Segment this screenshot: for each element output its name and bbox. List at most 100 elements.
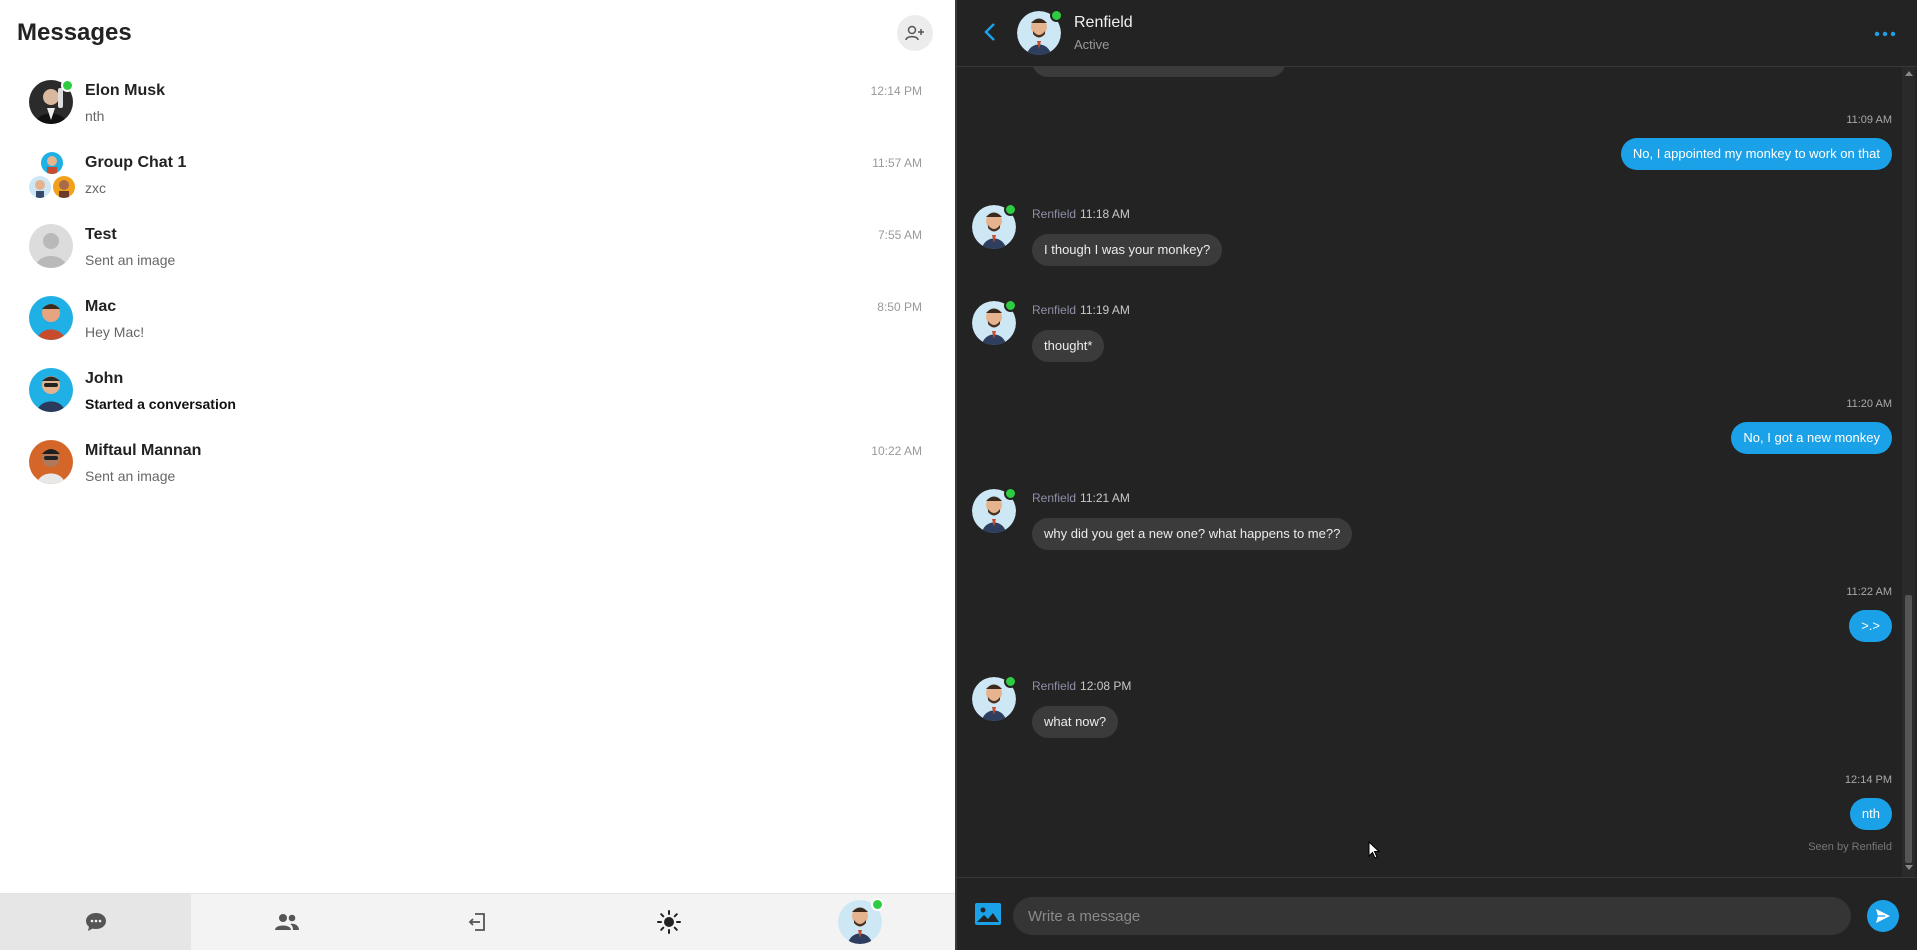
- scroll-up-arrow[interactable]: [1905, 71, 1913, 76]
- sun-icon: [656, 910, 681, 934]
- avatar: [29, 440, 73, 484]
- avatar: [29, 368, 73, 412]
- avatar: [29, 296, 73, 340]
- nav-logout[interactable]: [382, 894, 573, 950]
- conversation-preview: Sent an image: [85, 252, 176, 268]
- conversations-header: Messages: [0, 0, 955, 66]
- message-meta: Renfield 12:08 PM: [1032, 679, 1131, 693]
- message-time: 11:20 AM: [1846, 398, 1892, 410]
- avatar: [41, 152, 63, 174]
- conversation-time: 7:55 AM: [877, 228, 922, 242]
- message-sender: Renfield: [1032, 679, 1077, 693]
- attach-image-button[interactable]: [975, 903, 1001, 930]
- message-bubble-clipped: [1032, 67, 1286, 77]
- message-time: 12:08 PM: [1080, 679, 1132, 693]
- conversation-time: 12:14 PM: [870, 84, 922, 98]
- conversation-name: Miftaul Mannan: [85, 442, 202, 459]
- chevron-left-icon: [984, 23, 995, 41]
- nav-contacts[interactable]: [191, 894, 382, 950]
- conversation-preview: Hey Mac!: [85, 324, 145, 340]
- page-title: Messages: [17, 19, 132, 46]
- message-bubble-incoming: why did you get a new one? what happens …: [1032, 518, 1353, 550]
- message-time: 11:18 AM: [1080, 207, 1130, 221]
- scroll-down-arrow[interactable]: [1905, 865, 1913, 870]
- message-sender: Renfield: [1032, 303, 1077, 317]
- conversation-preview: zxc: [85, 180, 106, 196]
- message-time: 12:14 PM: [1844, 774, 1892, 786]
- message-bubble-outgoing: nth: [1849, 798, 1892, 830]
- conversation-name: Test: [85, 226, 117, 243]
- conversation-time: 11:57 AM: [872, 156, 922, 170]
- online-indicator: [1050, 9, 1063, 22]
- more-options-button[interactable]: [1874, 24, 1896, 42]
- message-meta: Renfield 11:21 AM: [1032, 491, 1130, 505]
- conversations-pane: Messages Elon Musk nth 12:14 PM Group Ch…: [0, 0, 955, 950]
- conversation-time: 10:22 AM: [871, 444, 922, 458]
- message-scrollbar[interactable]: [1902, 67, 1915, 877]
- image-icon: [975, 903, 1001, 925]
- conversation-name: Mac: [85, 298, 117, 315]
- online-indicator: [870, 898, 884, 911]
- contact-name: Renfield: [1074, 14, 1133, 31]
- conversation-preview: Sent an image: [85, 468, 176, 484]
- message-meta: Renfield 11:19 AM: [1032, 303, 1130, 317]
- group-avatar: [29, 152, 77, 200]
- mouse-cursor: [1368, 840, 1381, 864]
- online-indicator: [1004, 487, 1017, 500]
- add-person-icon: [905, 25, 924, 41]
- message-time: 11:22 AM: [1846, 586, 1892, 598]
- send-icon: [1876, 909, 1890, 923]
- conversation-name: John: [85, 370, 124, 387]
- conversation-item[interactable]: Elon Musk nth 12:14 PM: [0, 66, 955, 138]
- conversation-item[interactable]: Test Sent an image 7:55 AM: [0, 210, 955, 282]
- message-bubble-incoming: thought*: [1032, 330, 1105, 362]
- seen-indicator: Seen by Renfield: [1808, 841, 1892, 853]
- add-contact-button[interactable]: [897, 15, 933, 51]
- online-indicator: [1004, 299, 1017, 312]
- message-time: 11:21 AM: [1080, 491, 1130, 505]
- conversation-item[interactable]: John Started a conversation: [0, 354, 955, 426]
- message-bubble-outgoing: >.>: [1849, 610, 1892, 642]
- contact-status: Active: [1074, 37, 1110, 52]
- send-button[interactable]: [1867, 900, 1899, 932]
- message-sender: Renfield: [1032, 491, 1077, 505]
- message-bubble-outgoing: No, I appointed my monkey to work on tha…: [1620, 138, 1892, 170]
- online-indicator: [61, 79, 74, 92]
- bottom-nav: [0, 893, 955, 950]
- nav-profile[interactable]: [764, 894, 955, 950]
- chat-pane: Renfield Active 11:09 AM No, I appointed…: [955, 0, 1917, 950]
- default-avatar: [29, 224, 73, 268]
- message-bubble-outgoing: No, I got a new monkey: [1731, 422, 1892, 454]
- profile-avatar: [837, 898, 884, 944]
- scrollbar-thumb[interactable]: [1905, 595, 1912, 863]
- conversation-item[interactable]: Mac Hey Mac! 8:50 PM: [0, 282, 955, 354]
- avatar: [29, 176, 51, 198]
- avatar: [53, 176, 75, 198]
- message-meta: Renfield 11:18 AM: [1032, 207, 1130, 221]
- online-indicator: [1004, 203, 1017, 216]
- nav-chats[interactable]: [0, 894, 191, 950]
- more-horizontal-icon: [1874, 31, 1896, 37]
- conversation-time: 8:50 PM: [877, 300, 922, 314]
- message-time: 11:19 AM: [1080, 303, 1130, 317]
- conversation-list: Elon Musk nth 12:14 PM Group Chat 1 zxc …: [0, 66, 955, 498]
- conversation-preview: nth: [85, 108, 105, 124]
- people-icon: [274, 914, 299, 930]
- message-input[interactable]: [1013, 897, 1851, 935]
- conversation-name: Elon Musk: [85, 82, 166, 99]
- online-indicator: [1004, 675, 1017, 688]
- conversation-item[interactable]: Group Chat 1 zxc 11:57 AM: [0, 138, 955, 210]
- back-button[interactable]: [983, 22, 997, 47]
- message-composer: [957, 877, 1917, 950]
- chat-icon: [85, 913, 106, 931]
- chat-header: Renfield Active: [957, 0, 1917, 67]
- conversation-name: Group Chat 1: [85, 154, 187, 171]
- logout-icon: [468, 913, 485, 931]
- message-bubble-incoming: what now?: [1032, 706, 1119, 738]
- conversation-item[interactable]: Miftaul Mannan Sent an image 10:22 AM: [0, 426, 955, 498]
- message-list: 11:09 AM No, I appointed my monkey to wo…: [957, 67, 1902, 877]
- message-time: 11:09 AM: [1846, 114, 1892, 126]
- message-bubble-incoming: I though I was your monkey?: [1032, 234, 1223, 266]
- nav-theme-toggle[interactable]: [573, 894, 764, 950]
- conversation-preview: Started a conversation: [85, 396, 236, 412]
